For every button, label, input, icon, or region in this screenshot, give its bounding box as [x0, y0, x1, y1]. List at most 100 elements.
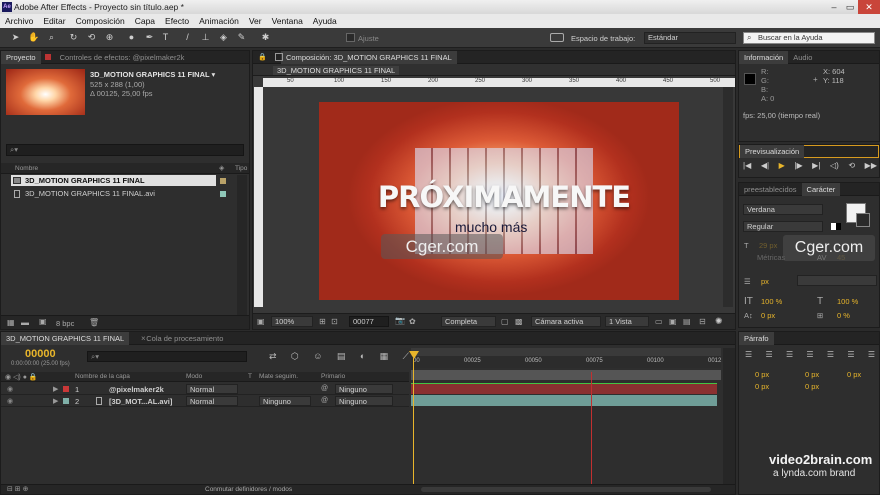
tab-caracter[interactable]: Carácter [801, 182, 841, 196]
stroke-color-swatch[interactable] [856, 213, 870, 227]
menu-animacion[interactable]: Animación [194, 14, 244, 28]
project-item-comp[interactable]: 3D_MOTION GRAPHICS 11 FINAL [11, 175, 216, 186]
footer-switch-icons[interactable]: ⊟ ⊞ ⊕ [7, 485, 29, 493]
layer-trackmatte-select[interactable]: Ninguno [259, 396, 311, 406]
tab-audio[interactable]: Audio [788, 51, 817, 64]
exposure-icon[interactable]: ✺ [715, 316, 723, 327]
layer-search-input[interactable]: ⌕▾ [87, 351, 247, 362]
last-frame-icon[interactable]: ▶| [812, 161, 820, 175]
always-preview-icon[interactable]: ▣ [257, 317, 265, 326]
trash-icon[interactable]: 🗑 [89, 318, 99, 327]
comp-mini-flowchart-icon[interactable]: ⇄ [269, 351, 277, 363]
new-folder-icon[interactable]: ▬ [21, 318, 29, 327]
justify-center-icon[interactable]: ☰ [827, 350, 834, 360]
col-name[interactable]: Nombre [15, 165, 38, 172]
indent-left-value[interactable]: 0 px [755, 370, 769, 379]
layer-row-1[interactable]: ◉ ▶ 1 @pixelmaker2k Normal @ Ninguno [1, 383, 409, 395]
layer-parent-select[interactable]: Ninguno [335, 396, 393, 406]
menu-efecto[interactable]: Efecto [160, 14, 194, 28]
roto-brush-tool-icon[interactable]: ✎ [236, 32, 247, 43]
resolution-select[interactable]: Completa [441, 316, 496, 327]
workspace-select[interactable]: Estándar [644, 32, 736, 44]
col-type[interactable]: Tipo [235, 165, 247, 172]
align-left-icon[interactable]: ☰ [745, 350, 752, 360]
snapshot-icon[interactable]: 📷 [395, 316, 405, 325]
views-select[interactable]: 1 Vista [605, 316, 649, 327]
tab-timeline-comp[interactable]: 3D_MOTION GRAPHICS 11 FINAL [1, 331, 130, 345]
col-parent[interactable]: Primario [321, 373, 345, 380]
layer-label-swatch[interactable] [63, 398, 69, 404]
brainstorm-icon[interactable]: ▦ [380, 351, 389, 363]
zoom-tool-icon[interactable]: ⌕ [46, 32, 57, 43]
justify-left-icon[interactable]: ☰ [806, 350, 813, 360]
layer-mode-select[interactable]: Normal [186, 384, 238, 394]
layer-bar-1[interactable] [411, 383, 717, 394]
subtab-comp[interactable]: 3D_MOTION GRAPHICS 11 FINAL [273, 66, 400, 75]
horizontal-scale-value[interactable]: 100 % [837, 297, 858, 306]
show-channel-icon[interactable]: ✿ [409, 317, 416, 326]
minimize-icon[interactable]: – [826, 0, 842, 14]
flowchart-icon[interactable]: ⊟ [699, 317, 706, 326]
stroke-type-select[interactable] [797, 275, 877, 286]
camera-orbit-tool-icon[interactable]: ⟲ [86, 32, 97, 43]
selection-tool-icon[interactable]: ➤ [10, 32, 21, 43]
toggle-pixel-aspect-icon[interactable]: ▭ [655, 317, 663, 326]
next-frame-icon[interactable]: |▶ [794, 161, 802, 175]
menu-archivo[interactable]: Archivo [0, 14, 38, 28]
safe-zones-icon[interactable]: ⊞ [319, 317, 326, 326]
close-tab-icon[interactable]: × [141, 334, 146, 343]
tab-informacion[interactable]: Información [739, 50, 789, 64]
pen-tool-icon[interactable]: ✒ [144, 32, 155, 43]
help-search-input[interactable]: Buscar en la Ayuda [743, 32, 875, 44]
layer-name[interactable]: [3D_MOT...AL.avi] [109, 397, 172, 406]
frame-blending-icon[interactable]: ▤ [337, 351, 346, 363]
align-right-icon[interactable]: ☰ [786, 350, 793, 360]
expand-arrow-icon[interactable]: ▶ [53, 385, 58, 393]
align-center-icon[interactable]: ☰ [765, 350, 772, 360]
pick-whip-icon[interactable]: @ [321, 385, 328, 392]
vertical-scale-value[interactable]: 100 % [761, 297, 782, 306]
play-icon[interactable]: ▶ [779, 161, 785, 175]
shape-tool-icon[interactable]: ● [126, 32, 137, 43]
menu-editar[interactable]: Editar [38, 14, 70, 28]
layer-row-2[interactable]: ◉ ▶ 2 [3D_MOT...AL.avi] Normal Ninguno @… [1, 395, 409, 407]
stroke-width-value[interactable]: px [761, 277, 769, 286]
fast-previews-icon[interactable]: ▣ [669, 317, 677, 326]
justify-all-icon[interactable]: ☰ [868, 350, 875, 360]
brush-tool-icon[interactable]: / [182, 32, 193, 43]
tab-preestablecidos[interactable]: preestablecidos [739, 183, 802, 196]
tab-previsualizacion[interactable]: Previsualización [740, 145, 805, 158]
layer-parent-select[interactable]: Ninguno [335, 384, 393, 394]
menu-capa[interactable]: Capa [130, 14, 160, 28]
zoom-select[interactable]: 100% [271, 316, 313, 327]
timeline-icon[interactable]: ▤ [683, 317, 691, 326]
layer-bar-2[interactable] [411, 395, 717, 406]
timeline-scrollbar[interactable] [723, 348, 735, 484]
font-style-select[interactable]: Regular [743, 221, 823, 232]
text-tool-icon[interactable]: T [160, 32, 171, 43]
layer-name[interactable]: @pixelmaker2k [109, 385, 164, 394]
toggle-switches-modes[interactable]: Conmutar definidores / modos [205, 486, 292, 493]
current-time-field[interactable]: 00077 [349, 316, 389, 327]
eraser-tool-icon[interactable]: ◈ [218, 32, 229, 43]
lock-icon[interactable]: 🔒 [258, 53, 267, 61]
menu-ayuda[interactable]: Ayuda [308, 14, 342, 28]
col-t[interactable]: T [248, 373, 252, 380]
project-search-input[interactable]: ⌕▾ [6, 144, 244, 156]
tab-parrafo[interactable]: Párrafo [739, 331, 774, 345]
color-toggle-icon[interactable] [831, 223, 841, 230]
tab-render-queue[interactable]: Cola de procesamiento [141, 332, 228, 345]
composition-scrollbar[interactable] [723, 87, 733, 307]
col-trackmatte[interactable]: Mate seguim. [259, 373, 298, 380]
space-before-value[interactable]: 0 px [755, 382, 769, 391]
new-comp-icon[interactable]: ▣ [39, 317, 47, 326]
motion-blur-icon[interactable]: ◐ [360, 351, 365, 363]
expand-arrow-icon[interactable]: ▶ [53, 397, 58, 405]
col-mode[interactable]: Modo [186, 373, 202, 380]
prev-frame-icon[interactable]: ◀| [761, 161, 769, 175]
transparency-grid-icon[interactable]: ▩ [515, 317, 523, 326]
menu-ventana[interactable]: Ventana [267, 14, 308, 28]
first-frame-icon[interactable]: |◀ [743, 161, 751, 175]
pan-behind-tool-icon[interactable]: ⊕ [104, 32, 115, 43]
indent-right-value[interactable]: 0 px [805, 370, 819, 379]
